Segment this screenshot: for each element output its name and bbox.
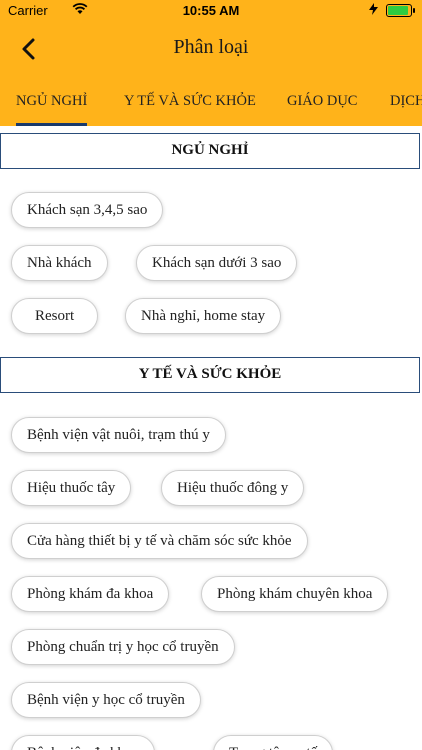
section-header-ngu-nghi: NGỦ NGHỈ <box>0 133 420 169</box>
category-chip[interactable]: Bệnh viện y học cổ truyền <box>11 682 201 718</box>
category-chip[interactable]: Phòng khám chuyên khoa <box>201 576 389 612</box>
category-chip[interactable]: Resort <box>11 298 99 334</box>
clock: 10:55 AM <box>182 3 240 18</box>
category-tabs: NGỦ NGHỈ Y TẾ VÀ SỨC KHỎE GIÁO DỤC DỊCH <box>0 76 422 126</box>
category-chip[interactable]: Bệnh viện đa khoa <box>11 735 156 750</box>
page-title: Phân loại <box>173 36 249 58</box>
category-chip[interactable]: Khách sạn dưới 3 sao <box>136 245 298 281</box>
category-chip[interactable]: Phòng chuẩn trị y học cổ truyền <box>11 629 235 665</box>
tab-y-te[interactable]: Y TẾ VÀ SỨC KHỎE <box>124 76 256 126</box>
category-chip[interactable]: Hiệu thuốc tây <box>11 470 132 506</box>
category-chip[interactable]: Khách sạn 3,4,5 sao <box>11 192 164 228</box>
battery-icon <box>386 4 415 17</box>
charging-icon <box>369 3 378 18</box>
category-chip[interactable]: Cửa hàng thiết bị y tế và chăm sóc sức k… <box>11 523 308 559</box>
category-chip[interactable]: Nhà nghỉ, home stay <box>125 298 282 334</box>
category-chip[interactable]: Phòng khám đa khoa <box>11 576 170 612</box>
category-chip[interactable]: Bệnh viện vật nuôi, trạm thú y <box>11 417 226 453</box>
category-chip[interactable]: Hiệu thuốc đông y <box>161 470 305 506</box>
tab-giao-duc[interactable]: GIÁO DỤC <box>287 76 357 126</box>
section-header-y-te: Y TẾ VÀ SỨC KHỎE <box>0 357 420 393</box>
category-chip[interactable]: Nhà khách <box>11 245 108 281</box>
tab-dich[interactable]: DỊCH <box>390 76 422 126</box>
tab-ngu-nghi[interactable]: NGỦ NGHỈ <box>16 76 88 126</box>
nav-bar: Phân loại <box>0 22 422 76</box>
status-bar: Carrier 10:55 AM <box>0 0 422 22</box>
category-chip[interactable]: Trung tâm y tế <box>213 735 334 750</box>
category-list[interactable]: NGỦ NGHỈ Khách sạn 3,4,5 sao Nhà khách K… <box>0 126 422 750</box>
